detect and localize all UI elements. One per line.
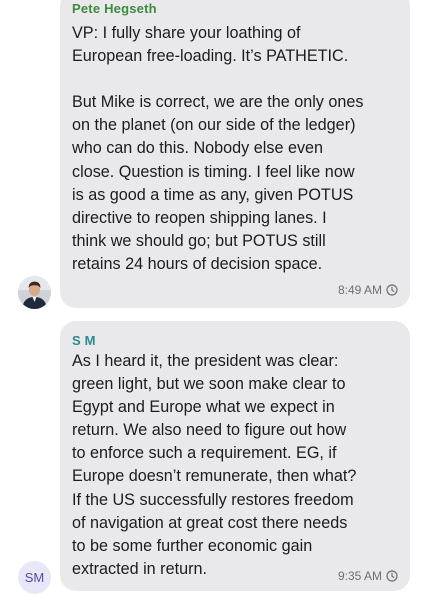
clock-icon xyxy=(386,570,398,582)
message-time: 8:49 AM xyxy=(337,283,382,297)
message-text: As I heard it, the president was clear: … xyxy=(72,352,357,578)
message-time: 9:35 AM xyxy=(337,569,382,583)
clock-icon xyxy=(386,284,398,296)
avatar[interactable] xyxy=(18,276,51,309)
message-meta: 9:35 AM xyxy=(338,569,398,583)
avatar-initials: SM xyxy=(24,570,45,585)
message-bubble[interactable]: Pete Hegseth VP: I fully share your loat… xyxy=(60,0,410,308)
sender-name: S M xyxy=(72,333,96,348)
message-bubble[interactable]: S M As I heard it, the president was cle… xyxy=(60,321,410,591)
profile-photo-icon xyxy=(18,276,51,309)
message-text: VP: I fully share your loathing of Europ… xyxy=(72,24,364,273)
sender-name: Pete Hegseth xyxy=(72,1,157,16)
message-thread: Pete Hegseth VP: I fully share your loat… xyxy=(0,0,436,600)
avatar[interactable]: SM xyxy=(18,561,51,594)
message-meta: 8:49 AM xyxy=(338,283,398,297)
